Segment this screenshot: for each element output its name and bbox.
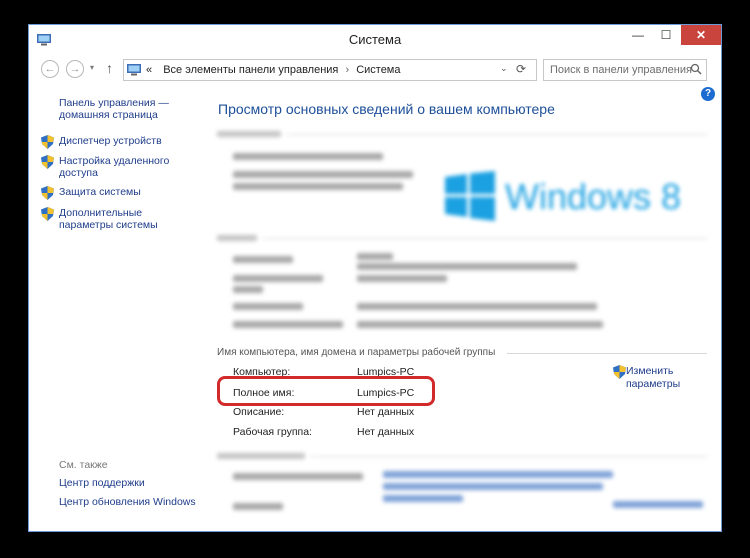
blurred-text bbox=[357, 321, 603, 328]
search-box[interactable]: Поиск в панели управления bbox=[543, 59, 707, 81]
sidebar: Панель управления — домашняя страница Ди… bbox=[29, 85, 209, 531]
blurred-text bbox=[357, 303, 597, 310]
blurred-text bbox=[233, 503, 283, 510]
blurred-text bbox=[233, 153, 383, 160]
sidebar-item-label: Защита системы bbox=[59, 186, 141, 198]
section-divider bbox=[311, 456, 707, 457]
shield-icon bbox=[41, 135, 54, 149]
close-button[interactable]: ✕ bbox=[681, 25, 721, 45]
blurred-heading bbox=[217, 453, 305, 459]
blurred-text bbox=[233, 321, 343, 328]
computer-name-section-heading: Имя компьютера, имя домена и параметры р… bbox=[217, 347, 496, 358]
change-settings-label: Изменить параметры bbox=[626, 365, 681, 390]
refresh-icon[interactable]: ⟳ bbox=[516, 62, 526, 76]
sidebar-item-label: Настройка удаленного доступа bbox=[59, 155, 170, 179]
sidebar-item-label: Диспетчер устройств bbox=[59, 135, 162, 147]
blurred-text bbox=[357, 275, 447, 282]
sidebar-item-protection[interactable]: Защита системы bbox=[41, 186, 201, 200]
sidebar-item-remote[interactable]: Настройка удаленного доступа bbox=[41, 155, 201, 179]
sidebar-link-support-center[interactable]: Центр поддержки bbox=[59, 477, 145, 489]
page-title: Просмотр основных сведений о вашем компь… bbox=[218, 101, 555, 117]
sidebar-item-label: Дополнительные параметры системы bbox=[59, 207, 158, 231]
breadcrumb-all-items[interactable]: Все элементы панели управления bbox=[163, 64, 338, 76]
sidebar-link-windows-update[interactable]: Центр обновления Windows bbox=[59, 496, 196, 508]
blurred-link bbox=[383, 495, 463, 502]
blurred-text bbox=[357, 263, 577, 270]
breadcrumb-overflow[interactable]: « bbox=[146, 64, 152, 76]
workgroup-label: Рабочая группа: bbox=[233, 426, 312, 438]
search-icon[interactable] bbox=[690, 63, 702, 75]
search-input[interactable]: Поиск в панели управления bbox=[550, 64, 692, 76]
address-bar[interactable]: « Все элементы панели управления › Систе… bbox=[123, 59, 537, 81]
blurred-text bbox=[233, 183, 403, 190]
breadcrumb: « Все элементы панели управления › Систе… bbox=[146, 64, 401, 76]
blurred-text bbox=[233, 275, 323, 282]
recent-locations-dropdown[interactable]: ▾ bbox=[90, 63, 94, 72]
full-name-highlight bbox=[217, 376, 435, 406]
see-also-heading: См. также bbox=[59, 459, 108, 471]
section-divider bbox=[507, 353, 707, 354]
blurred-link bbox=[383, 471, 613, 478]
blurred-text bbox=[233, 256, 293, 263]
blurred-heading bbox=[217, 131, 281, 137]
description-value: Нет данных bbox=[357, 406, 415, 418]
shield-icon bbox=[41, 207, 54, 221]
sidebar-home-link[interactable]: Панель управления — домашняя страница bbox=[59, 97, 199, 121]
blurred-text bbox=[233, 171, 413, 178]
shield-icon bbox=[41, 186, 54, 200]
windows-logo: Windows 8 bbox=[445, 171, 681, 221]
address-dropdown-icon[interactable]: ⌄ bbox=[500, 63, 508, 74]
shield-icon bbox=[613, 365, 626, 379]
maximize-button[interactable]: ☐ bbox=[653, 25, 679, 45]
sidebar-item-advanced[interactable]: Дополнительные параметры системы bbox=[41, 207, 201, 231]
blurred-link bbox=[383, 483, 603, 490]
blurred-text bbox=[233, 473, 363, 480]
forward-button[interactable]: → bbox=[66, 60, 84, 78]
system-window: Система — ☐ ✕ ← → ▾ ↑ « Все элементы пан… bbox=[28, 24, 722, 532]
window-title: Система bbox=[348, 32, 402, 47]
minimize-button[interactable]: — bbox=[625, 25, 651, 45]
blurred-heading bbox=[217, 235, 257, 241]
title-bar: Система — ☐ ✕ bbox=[29, 25, 721, 55]
workgroup-value: Нет данных bbox=[357, 426, 415, 438]
blurred-text bbox=[357, 253, 393, 260]
blurred-link bbox=[613, 501, 703, 508]
control-panel-icon bbox=[127, 64, 141, 76]
main-content: Просмотр основных сведений о вашем компь… bbox=[217, 85, 717, 531]
section-divider bbox=[287, 134, 707, 135]
section-divider bbox=[263, 238, 707, 239]
windows-logo-text: Windows 8 bbox=[505, 176, 681, 217]
navigation-bar: ← → ▾ ↑ « Все элементы панели управления… bbox=[29, 55, 721, 85]
shield-icon bbox=[41, 155, 54, 169]
breadcrumb-system[interactable]: Система bbox=[356, 64, 400, 76]
up-button[interactable]: ↑ bbox=[106, 60, 113, 76]
sidebar-item-device-manager[interactable]: Диспетчер устройств bbox=[41, 135, 201, 149]
blurred-text bbox=[233, 303, 303, 310]
description-label: Описание: bbox=[233, 406, 285, 418]
back-button[interactable]: ← bbox=[41, 60, 59, 78]
screenshot-stage: Система — ☐ ✕ ← → ▾ ↑ « Все элементы пан… bbox=[0, 0, 750, 558]
blurred-text bbox=[233, 286, 263, 293]
